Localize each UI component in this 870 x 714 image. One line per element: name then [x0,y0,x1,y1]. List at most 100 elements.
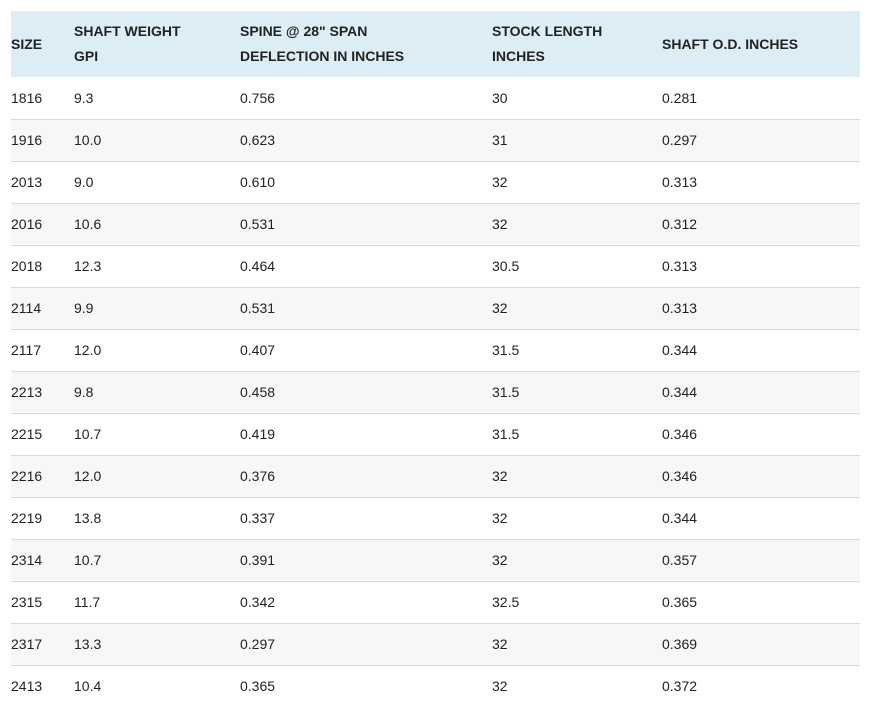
table-row: 2314 10.7 0.391 32 0.357 [11,539,860,581]
cell-shaft-od: 0.313 [662,300,698,316]
table-row: 1916 10.0 0.623 31 0.297 [11,119,860,161]
cell-shaft-weight: 12.3 [74,258,102,274]
cell-shaft-weight: 13.3 [74,636,102,652]
cell-stock-length: 32 [492,468,508,484]
cell-shaft-weight: 10.6 [74,216,102,232]
cell-size: 2114 [11,300,42,316]
cell-stock-length: 30 [492,89,508,106]
column-header-stock-length: STOCK LENGTH INCHES [492,23,603,64]
cell-shaft-weight: 10.4 [74,678,102,695]
cell-spine: 0.610 [240,174,276,190]
cell-spine: 0.342 [240,594,276,610]
cell-size: 2213 [11,384,43,400]
cell-shaft-weight: 10.0 [74,132,102,148]
header-row: SIZE SHAFT WEIGHT GPI SPINE @ 28" SPAN D… [11,11,860,77]
table-row: 2018 12.3 0.464 30.5 0.313 [11,245,860,287]
cell-shaft-weight: 9.0 [74,174,94,190]
cell-spine: 0.337 [240,510,276,526]
cell-spine: 0.365 [240,678,276,695]
cell-spine: 0.407 [240,342,276,358]
table-row: 2117 12.0 0.407 31.5 0.344 [11,329,860,371]
cell-shaft-weight: 9.8 [74,384,94,400]
cell-shaft-weight: 13.8 [74,510,102,526]
cell-spine: 0.297 [240,636,276,652]
cell-size: 2013 [11,174,43,190]
cell-stock-length: 32 [492,510,508,526]
cell-shaft-od: 0.312 [662,216,698,232]
cell-size: 2413 [11,678,43,695]
cell-shaft-od: 0.313 [662,174,698,190]
cell-size: 2317 [11,636,43,652]
cell-spine: 0.531 [240,300,276,316]
cell-size: 1916 [11,132,43,148]
cell-stock-length: 31.5 [492,426,520,442]
cell-size: 2216 [11,468,43,484]
column-header-spine: SPINE @ 28" SPAN DEFLECTION IN INCHES [240,23,405,64]
cell-shaft-weight: 9.3 [74,89,94,106]
cell-shaft-weight: 9.9 [74,300,94,316]
table-row: 2317 13.3 0.297 32 0.369 [11,623,860,665]
cell-spine: 0.458 [240,384,276,400]
table-row: 2114 9.9 0.531 32 0.313 [11,287,860,329]
cell-shaft-od: 0.369 [662,636,698,652]
table-header: SIZE SHAFT WEIGHT GPI SPINE @ 28" SPAN D… [11,11,860,77]
cell-shaft-od: 0.344 [662,510,698,526]
cell-shaft-od: 0.344 [662,384,698,400]
cell-size: 2314 [11,552,43,568]
cell-stock-length: 32 [492,552,508,568]
cell-size: 2018 [11,258,43,274]
cell-shaft-od: 0.344 [662,342,698,358]
cell-shaft-od: 0.297 [662,132,698,148]
shaft-spec-table: SIZE SHAFT WEIGHT GPI SPINE @ 28" SPAN D… [11,11,860,707]
table-row: 2413 10.4 0.365 32 0.372 [11,665,860,707]
cell-stock-length: 32 [492,300,508,316]
column-header-size: SIZE [11,35,43,52]
cell-spine: 0.623 [240,132,276,148]
cell-spine: 0.531 [240,216,276,232]
cell-size: 2219 [11,510,43,526]
cell-spine: 0.419 [240,426,276,442]
cell-size: 1816 [11,89,43,106]
column-header-shaft-weight: SHAFT WEIGHT GPI [74,23,181,64]
cell-stock-length: 31 [492,132,508,148]
table-row: 2315 11.7 0.342 32.5 0.365 [11,581,860,623]
cell-shaft-od: 0.281 [662,89,698,106]
cell-size: 2016 [11,216,43,232]
cell-spine: 0.756 [240,89,276,106]
cell-shaft-weight: 12.0 [74,468,102,484]
cell-spine: 0.376 [240,468,276,484]
cell-shaft-weight: 10.7 [74,552,102,568]
cell-spine: 0.464 [240,258,276,274]
table-row: 2016 10.6 0.531 32 0.312 [11,203,860,245]
shaft-spec-table-container: SIZE SHAFT WEIGHT GPI SPINE @ 28" SPAN D… [11,11,860,707]
cell-shaft-weight: 11.7 [74,594,101,610]
table-row: 2219 13.8 0.337 32 0.344 [11,497,860,539]
cell-stock-length: 32 [492,636,508,652]
cell-stock-length: 32 [492,216,508,232]
cell-shaft-od: 0.346 [662,426,698,442]
cell-spine: 0.391 [240,552,276,568]
table-row: 2216 12.0 0.376 32 0.346 [11,455,860,497]
cell-stock-length: 30.5 [492,258,520,274]
table-row: 2213 9.8 0.458 31.5 0.344 [11,371,860,413]
cell-size: 2315 [11,594,43,610]
cell-size: 2117 [11,342,42,358]
cell-stock-length: 32 [492,678,508,695]
cell-stock-length: 32 [492,174,508,190]
cell-shaft-od: 0.365 [662,594,698,610]
cell-shaft-od: 0.357 [662,552,698,568]
cell-size: 2215 [11,426,43,442]
cell-stock-length: 32.5 [492,594,520,610]
cell-shaft-od: 0.313 [662,258,698,274]
table-row: 2215 10.7 0.419 31.5 0.346 [11,413,860,455]
column-header-shaft-od: SHAFT O.D. INCHES [662,35,799,52]
cell-shaft-od: 0.346 [662,468,698,484]
table-body: 1816 9.3 0.756 30 0.281 1916 10.0 0.623 … [11,77,860,707]
cell-stock-length: 31.5 [492,384,520,400]
cell-shaft-od: 0.372 [662,678,698,695]
table-row: 2013 9.0 0.610 32 0.313 [11,161,860,203]
cell-shaft-weight: 10.7 [74,426,102,442]
table-row: 1816 9.3 0.756 30 0.281 [11,77,860,119]
cell-stock-length: 31.5 [492,342,520,358]
cell-shaft-weight: 12.0 [74,342,102,358]
